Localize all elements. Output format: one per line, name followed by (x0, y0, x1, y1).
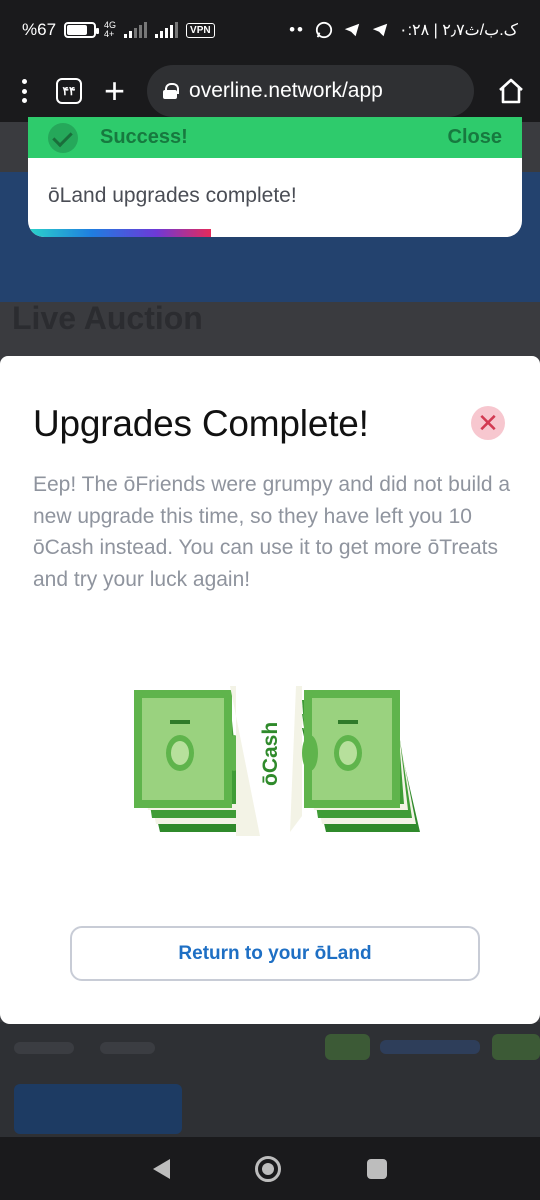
toast-title: Success! (100, 126, 188, 148)
cash-stack-right-icon (302, 690, 420, 832)
lock-icon (163, 83, 180, 99)
address-bar[interactable]: overline.network/app (147, 65, 474, 117)
toast-close-button[interactable]: Close (448, 126, 502, 149)
network-type: 4G 4+ (104, 21, 116, 39)
check-icon (48, 122, 78, 153)
toast-progress-bar (28, 229, 211, 237)
telegram-icon-2 (372, 23, 388, 37)
clock-text: ۰:۲۸ | ۲٫۷ک.ب/ث (398, 22, 518, 39)
modal-body-text: Eep! The ōFriends were grumpy and did no… (33, 473, 511, 591)
home-circle-icon[interactable] (255, 1155, 282, 1182)
back-icon[interactable] (152, 1158, 170, 1179)
battery-icon (64, 22, 100, 38)
upgrades-modal: Upgrades Complete! ✕ Eep! The ōFriends w… (0, 356, 540, 1024)
close-icon[interactable]: ✕ (471, 406, 505, 440)
signal-icon-2 (155, 22, 179, 38)
new-tab-icon[interactable]: + (104, 73, 125, 109)
home-icon[interactable] (496, 76, 526, 106)
recent-apps-icon[interactable] (367, 1158, 388, 1179)
network-sub-label: 4+ (104, 29, 115, 39)
telegram-icon (344, 23, 360, 37)
page-lower-section (0, 1022, 540, 1137)
toast-header: Success! Close (28, 117, 522, 158)
browser-toolbar: ۴۴ + overline.network/app (0, 60, 540, 122)
vpn-badge: VPN (186, 22, 215, 38)
modal-title: Upgrades Complete! (33, 403, 369, 444)
tab-switcher-button[interactable]: ۴۴ (56, 78, 82, 104)
whatsapp-icon (315, 21, 333, 39)
toast-message: ōLand upgrades complete! (48, 184, 297, 207)
page-heading: Live Auction (12, 300, 203, 336)
status-bar: %67 4G 4+ VPN •• ۰:۲۸ | ۲٫۷ک.ب/ث (0, 0, 540, 60)
ocash-illustration: ōCash (134, 686, 420, 836)
system-nav-bar (0, 1137, 540, 1200)
status-right: •• ۰:۲۸ | ۲٫۷ک.ب/ث (289, 20, 518, 40)
url-text: overline.network/app (189, 79, 383, 102)
success-toast: Success! Close ōLand upgrades complete! (28, 117, 522, 237)
notification-dots: •• (289, 20, 305, 39)
status-left: %67 4G 4+ VPN (22, 20, 215, 40)
signal-icon (124, 22, 148, 38)
battery-percent: %67 (22, 20, 57, 39)
screen: %67 4G 4+ VPN •• ۰:۲۸ | ۲٫۷ک.ب/ث ۴۴ + ov… (0, 0, 540, 1200)
menu-icon[interactable] (14, 76, 34, 106)
return-to-land-button[interactable]: Return to your ōLand (70, 926, 480, 981)
ocash-label: ōCash (259, 722, 282, 786)
